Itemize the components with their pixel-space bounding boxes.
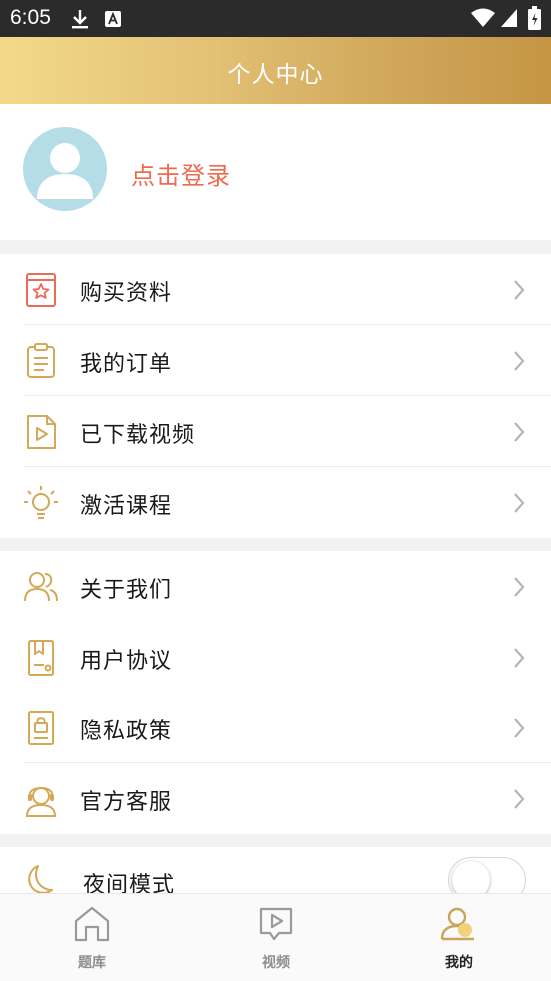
menu-item-label: 激活课程 [80,494,173,519]
avatar[interactable] [23,127,107,211]
orders-icon [27,343,55,378]
header-bar: 个人中心 [0,37,551,104]
purchase-materials-icon [26,273,56,307]
bottom-tab-bar: 题库 视频 我的 [0,893,551,981]
menu-item-label: 用户协议 [80,649,173,674]
activate-course-icon [24,486,58,519]
status-bar: 6:05 [0,0,551,37]
battery-icon [528,6,541,30]
menu-item-label: 官方客服 [80,790,173,815]
menu-item-privacy-policy[interactable]: 隐私政策 [0,692,551,763]
app-notification-icon [105,11,121,27]
menu-item-label: 隐私政策 [80,719,173,744]
chevron-right-icon [514,577,525,597]
tab-video[interactable]: 视频 [184,894,368,981]
home-icon [74,906,110,942]
chevron-right-icon [514,648,525,668]
section-divider [0,240,551,254]
login-link[interactable]: 点击登录 [131,156,231,191]
chevron-right-icon [514,718,525,738]
section-divider [0,834,551,847]
video-icon [259,907,293,941]
tab-label: 题库 [78,955,106,971]
profile-icon [440,907,474,941]
chevron-right-icon [514,351,525,371]
chevron-right-icon [514,493,525,513]
night-mode-row: 夜间模式 [0,847,551,903]
menu-item-activate-course[interactable]: 激活课程 [0,467,551,538]
download-icon [72,10,88,29]
user-agreement-icon [28,640,54,676]
tab-mine[interactable]: 我的 [367,894,551,981]
tab-question-bank[interactable]: 题库 [0,894,184,981]
menu-item-purchase-materials[interactable]: 购买资料 [0,254,551,325]
menu-item-customer-service[interactable]: 官方客服 [0,763,551,834]
status-time: 6:05 [10,6,51,29]
wifi-icon [471,8,495,27]
menu-item-label: 关于我们 [80,578,173,603]
menu-item-user-agreement[interactable]: 用户协议 [0,622,551,693]
cellular-signal-icon [501,9,517,27]
downloaded-video-icon [27,415,56,449]
menu-item-label: 我的订单 [80,352,173,377]
profile-section[interactable]: 点击登录 [0,104,551,240]
tab-label: 我的 [445,955,473,971]
chevron-right-icon [514,280,525,300]
page-title: 个人中心 [227,62,324,88]
moon-icon [28,865,53,894]
tab-label: 视频 [262,955,290,971]
menu-item-downloaded-videos[interactable]: 已下载视频 [0,396,551,467]
menu-item-about-us[interactable]: 关于我们 [0,551,551,622]
customer-service-icon [25,787,57,817]
menu-item-my-orders[interactable]: 我的订单 [0,325,551,396]
chevron-right-icon [514,422,525,442]
default-avatar-icon [37,143,93,199]
menu-item-label: 已下载视频 [80,423,196,448]
privacy-policy-icon [28,711,54,745]
chevron-right-icon [514,789,525,809]
about-us-icon [24,572,58,602]
menu-item-label: 购买资料 [80,281,173,306]
section-divider [0,538,551,551]
